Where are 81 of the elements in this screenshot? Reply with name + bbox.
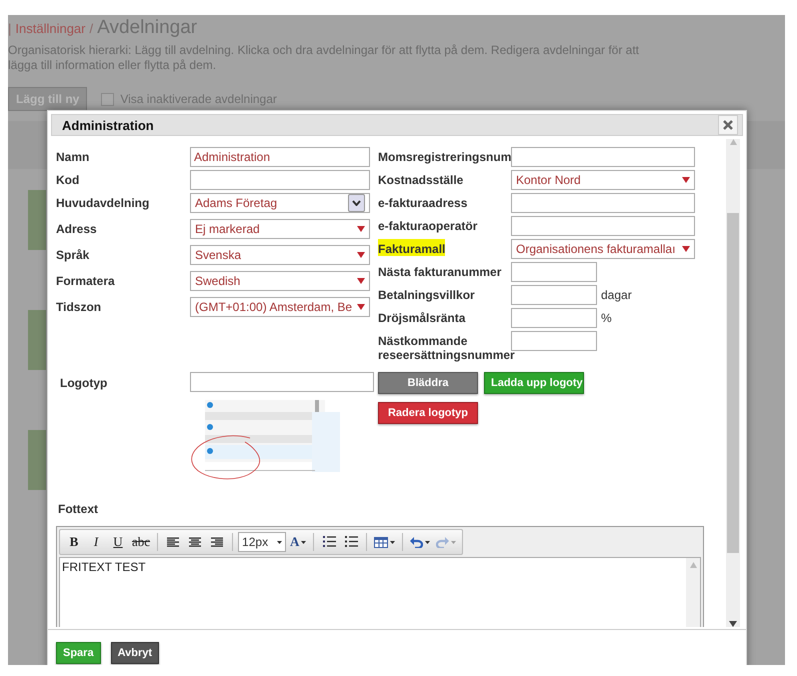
field-label: Tidszon xyxy=(56,299,102,314)
scroll-up-icon xyxy=(690,562,696,568)
select-field[interactable]: Organisationens fakturamallaı xyxy=(511,239,695,259)
text-field[interactable] xyxy=(511,285,597,305)
align-icon xyxy=(211,536,224,548)
close-icon xyxy=(723,120,733,130)
bold-button[interactable]: B xyxy=(64,533,84,551)
text-field[interactable] xyxy=(511,308,597,328)
text-field[interactable]: Administration xyxy=(190,147,370,167)
dropdown-arrow-icon xyxy=(357,304,365,310)
browse-button[interactable]: Bläddra xyxy=(378,372,478,394)
file-field[interactable] xyxy=(190,372,374,392)
dropdown-arrow-icon xyxy=(682,246,690,252)
field-label: Språk xyxy=(56,247,90,262)
caret-icon xyxy=(451,540,456,544)
field-label: Formatera xyxy=(56,273,115,288)
field-label: Nästa fakturanummer xyxy=(378,264,502,279)
list-icon xyxy=(322,536,336,548)
unit-label: dagar xyxy=(601,288,632,302)
text-field[interactable] xyxy=(511,216,695,236)
delete-button[interactable]: Radera logotyp xyxy=(378,402,478,424)
unit-label: % xyxy=(601,311,612,325)
field-label: Fakturamall xyxy=(378,239,446,256)
breadcrumb-separator: / xyxy=(90,21,94,36)
font-size-select[interactable]: 12px xyxy=(238,532,286,552)
list-icon xyxy=(344,536,358,548)
underline-button[interactable]: U xyxy=(108,533,128,551)
scrollbar[interactable] xyxy=(726,139,740,627)
tree-node xyxy=(28,430,46,490)
text-field[interactable] xyxy=(511,331,597,351)
text-field[interactable] xyxy=(511,193,695,213)
select-field[interactable]: Ej markerad xyxy=(190,219,370,239)
field-label: Fottext xyxy=(58,502,99,516)
font-color-button[interactable]: A xyxy=(288,533,308,551)
select-field[interactable]: Swedish xyxy=(190,271,370,291)
scroll-up-icon xyxy=(730,139,736,145)
field-label: Namn xyxy=(56,149,90,164)
field-label: Dröjsmålsränta xyxy=(378,310,466,325)
checkbox[interactable] xyxy=(101,92,114,106)
field-label: e-fakturaadress xyxy=(378,195,468,210)
strike-button[interactable]: abc xyxy=(130,533,152,551)
tree-node xyxy=(28,190,46,250)
field-label: Momsregistreringsnum xyxy=(378,149,511,164)
breadcrumb-separator: | xyxy=(8,21,12,36)
dropdown-arrow-icon xyxy=(357,226,365,232)
field-label: Adress xyxy=(56,221,97,236)
align-icon xyxy=(189,536,202,548)
dialog-title: Administration xyxy=(62,118,154,132)
text-field[interactable] xyxy=(511,147,695,167)
redo-icon xyxy=(436,536,450,548)
close-button[interactable] xyxy=(718,115,738,135)
tree-node xyxy=(28,310,46,370)
caret-icon xyxy=(390,540,396,544)
field-label: Huvudavdelning xyxy=(56,195,150,210)
editor-text[interactable]: FRITEXT TEST xyxy=(60,558,148,627)
text-field[interactable] xyxy=(190,170,370,190)
cancel-button[interactable]: Avbryt xyxy=(110,642,160,664)
scroll-down-icon[interactable] xyxy=(729,621,737,627)
select-field[interactable]: Kontor Nord xyxy=(511,170,695,190)
caret-icon xyxy=(277,540,282,544)
field-label: e-fakturaoperatör xyxy=(378,218,478,233)
combo-field[interactable]: Adams Företag xyxy=(190,193,370,213)
dropdown-arrow-icon xyxy=(357,252,365,258)
undo-icon xyxy=(410,536,424,548)
chevron-down-icon xyxy=(352,200,361,206)
field-label: Kostnadsställe xyxy=(378,172,464,187)
table-icon xyxy=(374,536,388,548)
italic-button[interactable]: I xyxy=(86,533,106,551)
dropdown-arrow-icon xyxy=(357,278,365,284)
field-label: Betalningsvillkor xyxy=(378,287,475,302)
field-label: Kod xyxy=(56,172,80,187)
select-field[interactable]: (GMT+01:00) Amsterdam, Be xyxy=(190,297,370,317)
dropdown-arrow-icon xyxy=(682,177,690,183)
page-description: Organisatorisk hierarki: Lägg till avdelning. Klicka och dra avdelningar för att flytta på dem. Redigera avdelningar för att lägga till information eller flytta på dem. xyxy=(8,43,640,73)
select-field[interactable]: Svenska xyxy=(190,245,370,265)
dropdown-button[interactable] xyxy=(348,194,365,212)
caret-icon xyxy=(301,540,306,544)
align-icon xyxy=(167,536,180,548)
text-field[interactable] xyxy=(511,262,597,282)
caret-icon xyxy=(425,540,430,544)
field-label: Logotyp xyxy=(59,375,108,392)
